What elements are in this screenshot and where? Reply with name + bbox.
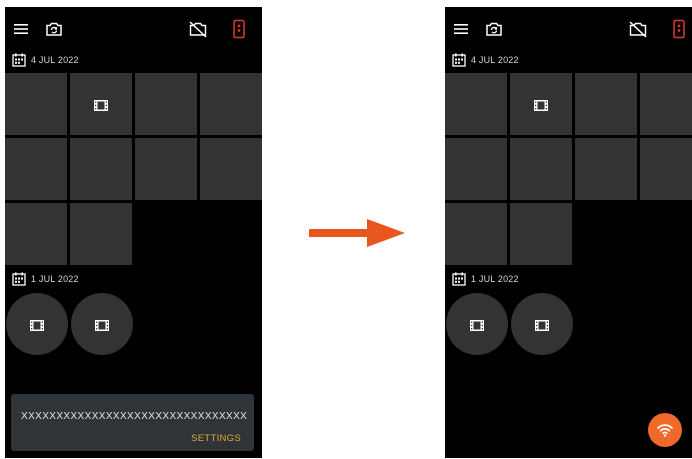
media-thumbnail[interactable] (445, 203, 507, 265)
calendar-icon (452, 53, 466, 67)
wifi-icon (657, 424, 673, 437)
date-header: 1 JUL 2022 (12, 271, 79, 287)
phone-screen-before: 4 JUL 2022 1 JUL 2022 XXXXXXXXXXXXXXXXXX… (5, 7, 262, 458)
media-thumbnail[interactable] (640, 73, 692, 135)
top-app-bar (5, 7, 262, 53)
phone-screen-after: 4 JUL 2022 1 JUL 2022 (445, 7, 692, 458)
video-thumbnail-round[interactable] (71, 293, 133, 355)
menu-icon[interactable] (452, 19, 472, 39)
film-icon (30, 318, 44, 331)
media-thumbnail[interactable] (445, 73, 507, 135)
phone-status-icon[interactable] (669, 19, 689, 39)
date-header: 4 JUL 2022 (12, 52, 79, 68)
camera-off-icon[interactable] (188, 19, 208, 39)
video-thumbnail[interactable] (510, 73, 572, 135)
date-header: 4 JUL 2022 (452, 52, 519, 68)
date-label: 4 JUL 2022 (471, 55, 519, 65)
switch-camera-icon[interactable] (484, 19, 504, 39)
video-thumbnail-round[interactable] (6, 293, 68, 355)
media-thumbnail[interactable] (5, 138, 67, 200)
camera-off-icon[interactable] (628, 19, 648, 39)
calendar-icon (452, 272, 466, 286)
film-icon (535, 318, 549, 331)
video-thumbnail-round[interactable] (511, 293, 573, 355)
menu-icon[interactable] (12, 19, 32, 39)
media-thumbnail[interactable] (510, 138, 572, 200)
settings-button[interactable]: SETTINGS (191, 433, 241, 444)
snackbar: XXXXXXXXXXXXXXXXXXXXXXXXXXXXXXXX SETTING… (11, 394, 254, 451)
switch-camera-icon[interactable] (44, 19, 64, 39)
media-thumbnail[interactable] (200, 73, 262, 135)
media-thumbnail[interactable] (640, 138, 692, 200)
media-thumbnail[interactable] (200, 138, 262, 200)
calendar-icon (12, 272, 26, 286)
media-thumbnail[interactable] (5, 203, 67, 265)
phone-status-icon[interactable] (229, 19, 249, 39)
calendar-icon (12, 53, 26, 67)
media-thumbnail[interactable] (575, 138, 637, 200)
wifi-fab-button[interactable] (648, 413, 682, 447)
media-grid (5, 73, 262, 268)
media-thumbnail[interactable] (70, 138, 132, 200)
media-thumbnail[interactable] (70, 203, 132, 265)
media-grid (445, 73, 692, 268)
video-thumbnail-round[interactable] (446, 293, 508, 355)
date-label: 4 JUL 2022 (31, 55, 79, 65)
video-thumbnail[interactable] (70, 73, 132, 135)
film-icon (470, 318, 484, 331)
media-thumbnail[interactable] (135, 138, 197, 200)
film-icon (534, 98, 548, 111)
media-thumbnail[interactable] (575, 73, 637, 135)
media-thumbnail[interactable] (5, 73, 67, 135)
date-label: 1 JUL 2022 (31, 274, 79, 284)
film-icon (95, 318, 109, 331)
date-header: 1 JUL 2022 (452, 271, 519, 287)
media-thumbnail[interactable] (135, 73, 197, 135)
date-label: 1 JUL 2022 (471, 274, 519, 284)
right-arrow-icon (309, 219, 405, 247)
media-thumbnail[interactable] (445, 138, 507, 200)
top-app-bar (445, 7, 692, 53)
snackbar-message: XXXXXXXXXXXXXXXXXXXXXXXXXXXXXXXX (21, 411, 248, 422)
film-icon (94, 98, 108, 111)
media-thumbnail[interactable] (510, 203, 572, 265)
